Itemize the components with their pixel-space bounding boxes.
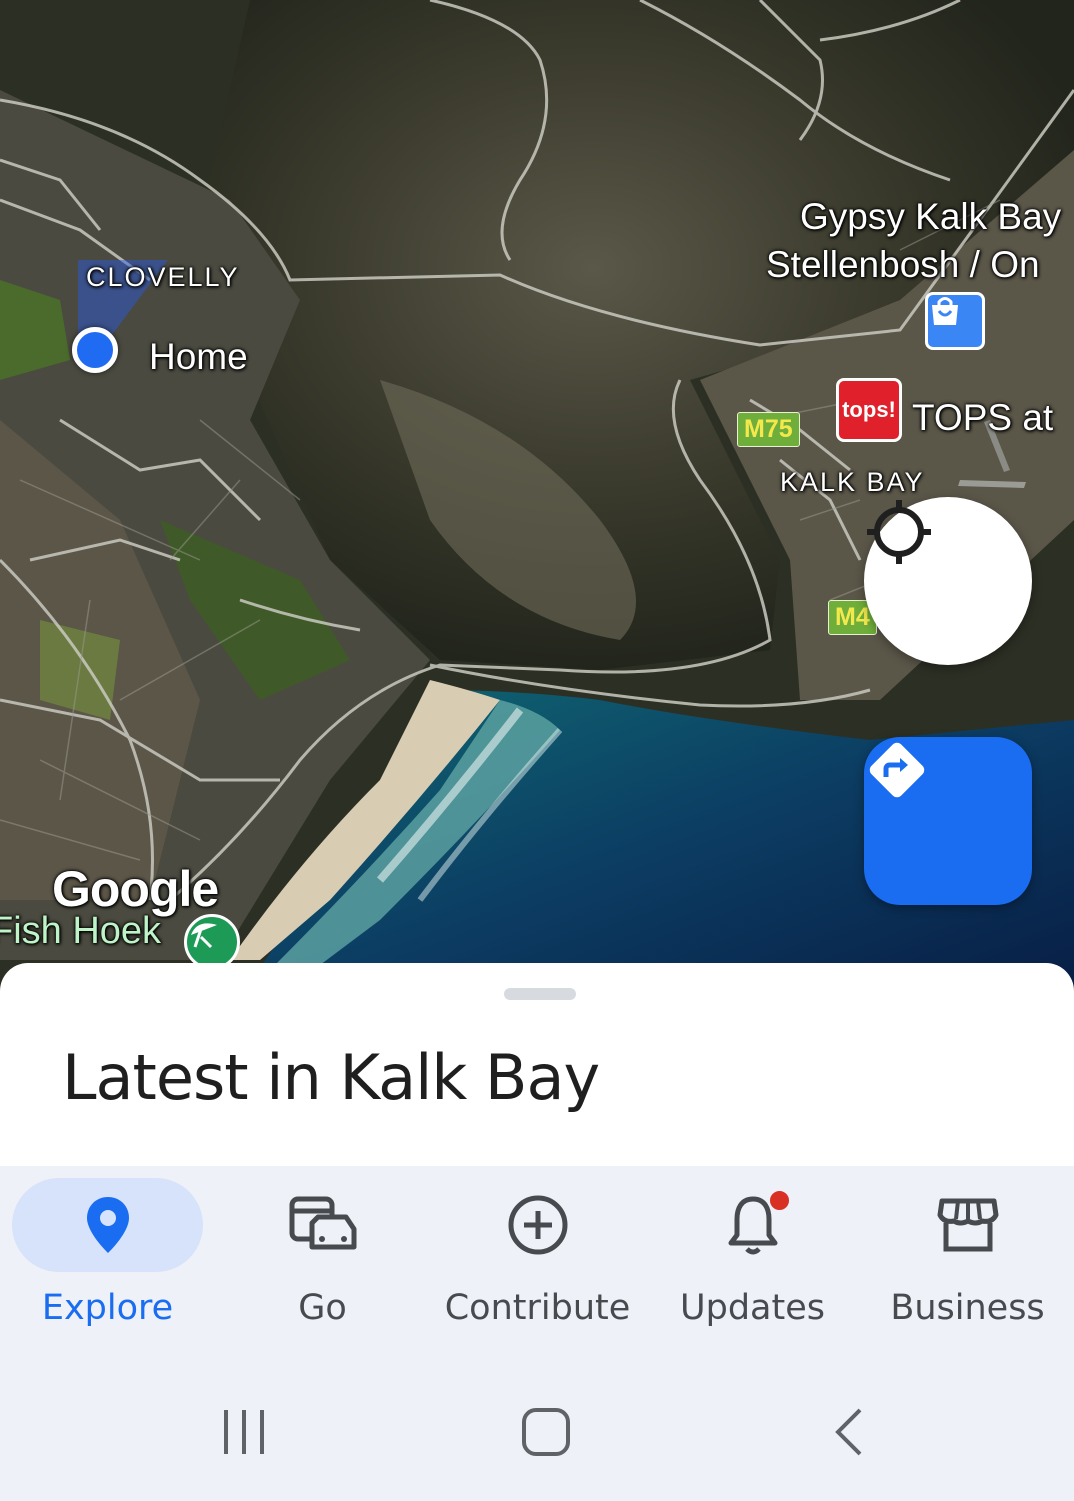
map-view[interactable]: CLOVELLY Home Gypsy Kalk Bay Stellenbosh… [0, 0, 1074, 1000]
current-location-marker[interactable] [72, 327, 118, 373]
system-navigation-bar [0, 1366, 1074, 1501]
place-label-line2[interactable]: Stellenbosh / On [766, 244, 1040, 286]
store-logo[interactable]: tops! [836, 378, 902, 442]
tab-label: Go [298, 1288, 347, 1328]
tab-label: Explore [41, 1288, 174, 1328]
bottom-sheet[interactable]: Latest in Kalk Bay [0, 963, 1074, 1173]
tab-go[interactable]: Go [215, 1166, 430, 1366]
directions-button[interactable] [864, 737, 1032, 905]
beach-umbrella-icon[interactable] [184, 914, 240, 970]
tab-updates[interactable]: Updates [645, 1166, 860, 1366]
add-circle-icon [508, 1195, 567, 1255]
bottom-navigation: Explore Go Contribute Updates Business [0, 1166, 1074, 1366]
route-shield-m75: M75 [737, 412, 800, 447]
home-label[interactable]: Home [149, 336, 248, 378]
tab-explore[interactable]: Explore [0, 1166, 215, 1366]
tab-label: Contribute [444, 1288, 631, 1328]
tab-business[interactable]: Business [860, 1166, 1074, 1366]
back-button[interactable] [820, 1404, 876, 1460]
recents-icon [224, 1410, 264, 1454]
shopping-bag-icon[interactable] [925, 292, 985, 350]
directions-icon [869, 742, 925, 798]
back-icon [835, 1408, 862, 1456]
store-label[interactable]: TOPS at [912, 397, 1053, 439]
notification-badge [768, 1189, 791, 1212]
suburb-label: CLOVELLY [86, 262, 240, 292]
commute-icon [289, 1196, 356, 1250]
location-pin-icon [86, 1197, 129, 1253]
tab-label: Updates [680, 1288, 825, 1328]
home-icon [522, 1408, 570, 1456]
home-button[interactable] [516, 1404, 576, 1460]
sheet-title: Latest in Kalk Bay [62, 1041, 600, 1114]
tab-label: Business [890, 1288, 1045, 1328]
drag-handle[interactable] [504, 988, 576, 1000]
tab-contribute[interactable]: Contribute [430, 1166, 645, 1366]
town-label[interactable]: Fish Hoek [0, 910, 161, 953]
storefront-icon [937, 1198, 998, 1252]
place-label-line1[interactable]: Gypsy Kalk Bay [800, 196, 1061, 238]
recents-button[interactable] [212, 1404, 276, 1460]
my-location-button[interactable] [864, 497, 1032, 665]
area-label: KALK BAY [780, 467, 925, 497]
my-location-icon [867, 500, 931, 564]
